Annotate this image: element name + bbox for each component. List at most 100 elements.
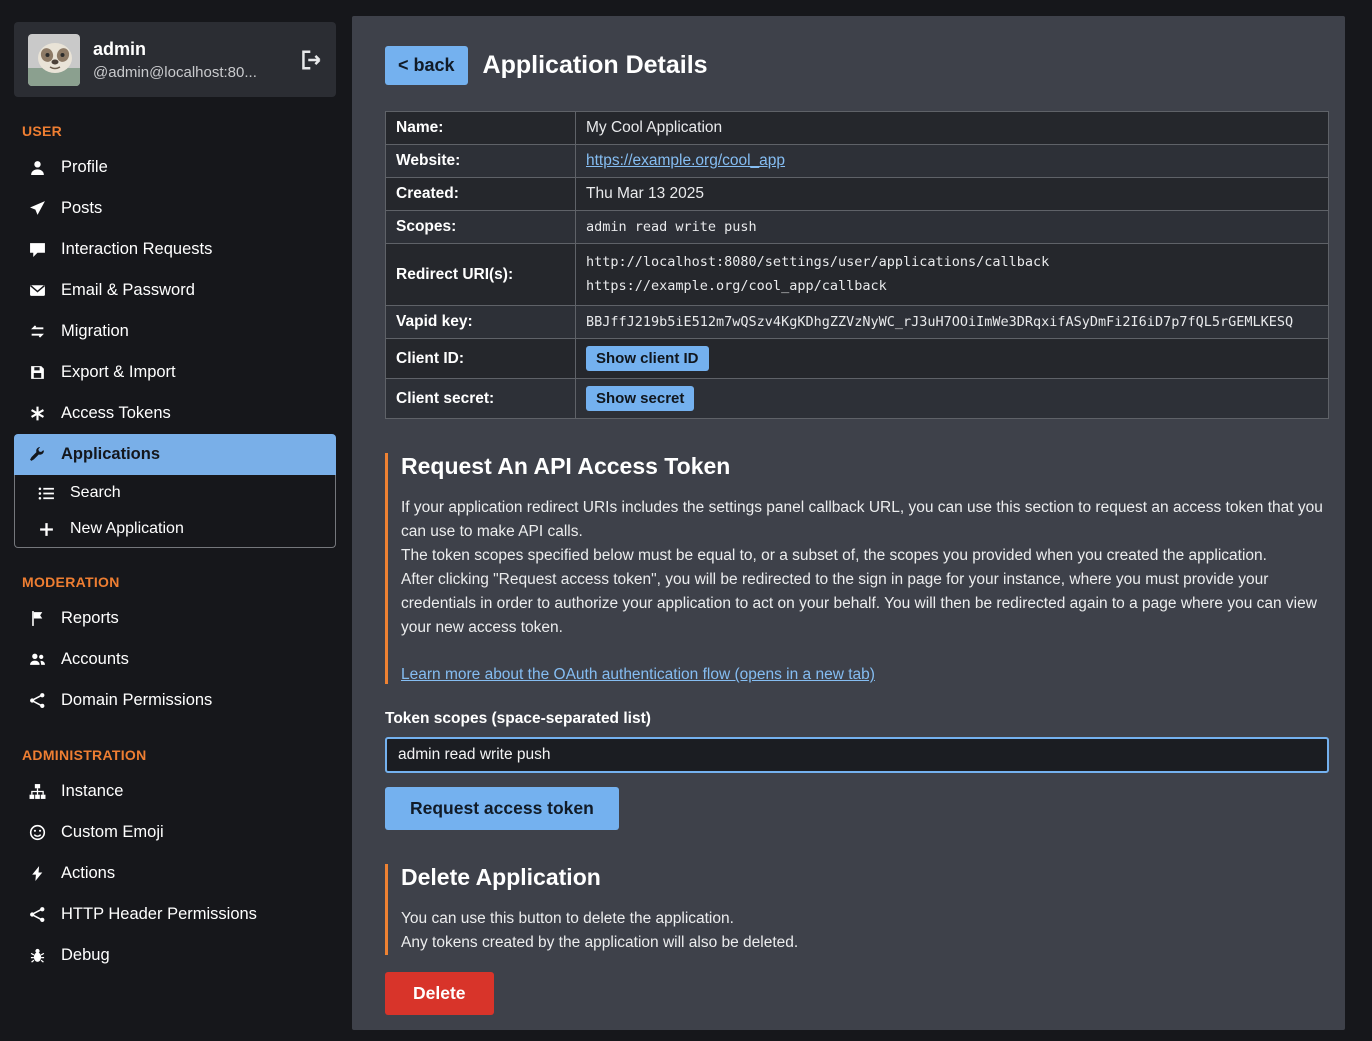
sidebar-item-custom-emoji[interactable]: Custom Emoji — [14, 812, 336, 853]
row-label: Created: — [386, 178, 576, 211]
delete-button[interactable]: Delete — [385, 972, 494, 1015]
page-title: Application Details — [483, 51, 708, 80]
row-label: Client secret: — [386, 379, 576, 419]
page-header: < back Application Details — [385, 46, 1329, 85]
bug-icon — [28, 947, 47, 964]
sidebar-item-actions[interactable]: Actions — [14, 853, 336, 894]
sidebar-item-profile[interactable]: Profile — [14, 147, 336, 188]
sidebar-item-label: Profile — [61, 158, 108, 177]
redirect-uri-1: http://localhost:8080/settings/user/appl… — [586, 251, 1318, 275]
sidebar-item-http-header-permissions[interactable]: HTTP Header Permissions — [14, 894, 336, 935]
sidebar-item-label: Posts — [61, 199, 102, 218]
website-link[interactable]: https://example.org/cool_app — [586, 152, 785, 169]
sidebar-item-search[interactable]: Search — [15, 475, 335, 511]
applications-submenu: Search New Application — [14, 475, 336, 548]
delete-line-1: You can use this button to delete the ap… — [401, 907, 1329, 931]
flag-icon — [28, 610, 47, 627]
table-row: Redirect URI(s): http://localhost:8080/s… — [386, 244, 1329, 306]
tools-icon — [28, 446, 47, 463]
sidebar-item-interaction-requests[interactable]: Interaction Requests — [14, 229, 336, 270]
avatar — [28, 34, 80, 86]
row-label: Name: — [386, 112, 576, 145]
request-token-section: Request An API Access Token If your appl… — [385, 453, 1329, 684]
user-meta: admin @admin@localhost:80... — [93, 39, 257, 81]
sidebar-item-label: Domain Permissions — [61, 691, 212, 710]
sidebar-item-label: HTTP Header Permissions — [61, 905, 257, 924]
row-label: Client ID: — [386, 339, 576, 379]
sidebar-item-new-application[interactable]: New Application — [15, 511, 335, 547]
request-token-title: Request An API Access Token — [401, 453, 1329, 480]
table-row: Scopes: admin read write push — [386, 211, 1329, 244]
delete-application-section: Delete Application You can use this butt… — [385, 864, 1329, 955]
table-row: Created: Thu Mar 13 2025 — [386, 178, 1329, 211]
section-header-user: USER — [22, 123, 336, 139]
row-label: Scopes: — [386, 211, 576, 244]
users-icon — [28, 651, 47, 668]
comment-icon — [28, 241, 47, 258]
sidebar-item-label: Instance — [61, 782, 123, 801]
token-scopes-label: Token scopes (space-separated list) — [385, 710, 1329, 728]
sidebar-item-label: Accounts — [61, 650, 129, 669]
logout-icon[interactable] — [300, 49, 322, 71]
show-client-id-button[interactable]: Show client ID — [586, 346, 709, 371]
sidebar-item-instance[interactable]: Instance — [14, 771, 336, 812]
scopes-value: admin read write push — [576, 211, 1329, 244]
table-row: Client secret: Show secret — [386, 379, 1329, 419]
sidebar-item-reports[interactable]: Reports — [14, 598, 336, 639]
redirect-uri-2: https://example.org/cool_app/callback — [586, 275, 1318, 299]
sidebar-item-migration[interactable]: Migration — [14, 311, 336, 352]
table-row: Client ID: Show client ID — [386, 339, 1329, 379]
user-card[interactable]: admin @admin@localhost:80... — [14, 22, 336, 97]
sidebar-item-access-tokens[interactable]: Access Tokens — [14, 393, 336, 434]
user-name: admin — [93, 39, 257, 60]
user-icon — [28, 159, 47, 176]
show-secret-button[interactable]: Show secret — [586, 386, 694, 411]
back-button[interactable]: < back — [385, 46, 468, 85]
sitemap-icon — [28, 783, 47, 800]
sidebar-item-label: New Application — [70, 520, 184, 538]
sidebar: admin @admin@localhost:80... USER Profil… — [0, 0, 352, 1041]
sidebar-item-export-import[interactable]: Export & Import — [14, 352, 336, 393]
oauth-learn-more-link[interactable]: Learn more about the OAuth authenticatio… — [401, 666, 875, 684]
bolt-icon — [28, 865, 47, 882]
floppy-icon — [28, 364, 47, 381]
token-scopes-input[interactable] — [385, 737, 1329, 773]
row-label: Redirect URI(s): — [386, 244, 576, 306]
sidebar-item-label: Migration — [61, 322, 129, 341]
application-details-table: Name: My Cool Application Website: https… — [385, 111, 1329, 419]
sidebar-item-label: Email & Password — [61, 281, 195, 300]
sidebar-item-label: Actions — [61, 864, 115, 883]
row-label: Vapid key: — [386, 306, 576, 339]
sidebar-item-label: Search — [70, 484, 121, 502]
sidebar-item-domain-permissions[interactable]: Domain Permissions — [14, 680, 336, 721]
application-details-panel: < back Application Details Name: My Cool… — [352, 16, 1345, 1030]
sidebar-item-applications[interactable]: Applications — [14, 434, 336, 475]
table-row: Website: https://example.org/cool_app — [386, 145, 1329, 178]
sidebar-item-label: Export & Import — [61, 363, 176, 382]
section-header-moderation: MODERATION — [22, 574, 336, 590]
list-icon — [37, 485, 56, 502]
row-label: Website: — [386, 145, 576, 178]
delete-line-2: Any tokens created by the application wi… — [401, 931, 1329, 955]
sidebar-item-label: Debug — [61, 946, 110, 965]
sidebar-item-posts[interactable]: Posts — [14, 188, 336, 229]
sidebar-item-debug[interactable]: Debug — [14, 935, 336, 976]
paper-plane-icon — [28, 200, 47, 217]
envelope-icon — [28, 282, 47, 299]
sidebar-item-label: Custom Emoji — [61, 823, 164, 842]
sidebar-item-accounts[interactable]: Accounts — [14, 639, 336, 680]
delete-application-title: Delete Application — [401, 864, 1329, 891]
sidebar-item-label: Interaction Requests — [61, 240, 212, 259]
exchange-icon — [28, 323, 47, 340]
share-nodes-icon — [28, 906, 47, 923]
application-name: My Cool Application — [576, 112, 1329, 145]
section-header-administration: ADMINISTRATION — [22, 747, 336, 763]
request-token-paragraph-2: The token scopes specified below must be… — [401, 544, 1329, 568]
request-access-token-button[interactable]: Request access token — [385, 787, 619, 830]
sidebar-item-email-password[interactable]: Email & Password — [14, 270, 336, 311]
table-row: Name: My Cool Application — [386, 112, 1329, 145]
main-wrap: < back Application Details Name: My Cool… — [352, 0, 1372, 1041]
sidebar-item-label: Reports — [61, 609, 119, 628]
request-token-paragraph-3: After clicking "Request access token", y… — [401, 568, 1329, 640]
sidebar-item-label: Access Tokens — [61, 404, 171, 423]
